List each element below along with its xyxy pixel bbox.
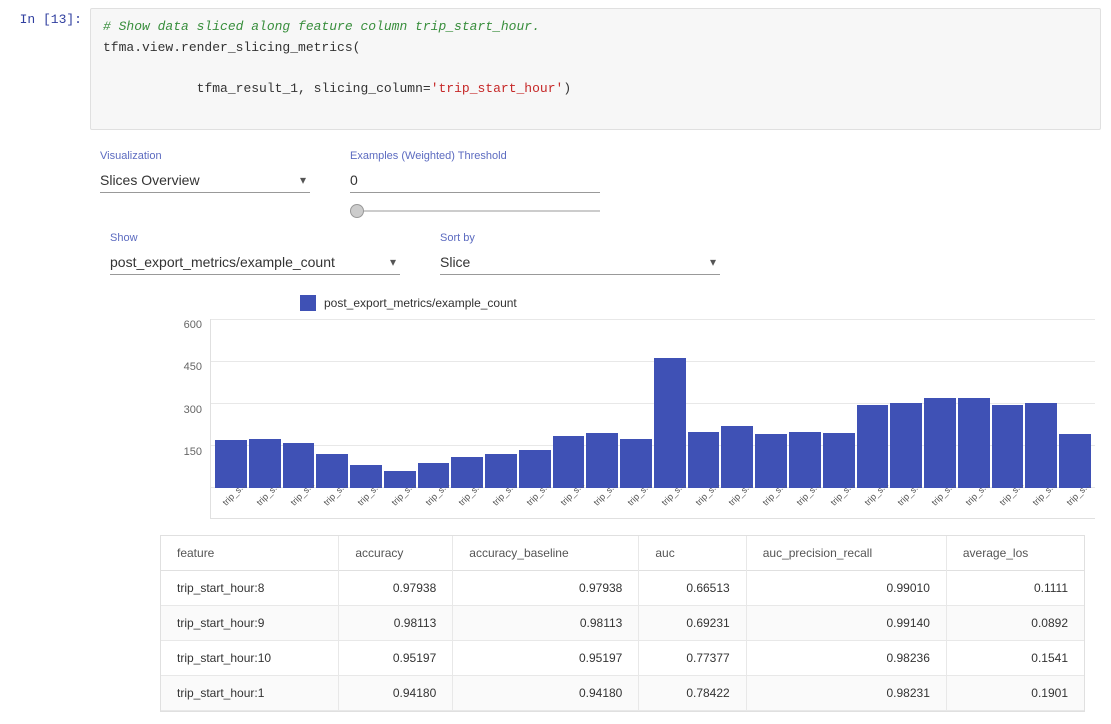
- bar-20: [890, 403, 922, 488]
- show-dropdown[interactable]: post_export_metrics/example_count accura…: [110, 250, 400, 275]
- notebook-container: In [13]: # Show data sliced along featur…: [0, 0, 1111, 724]
- controls-row-2: Show post_export_metrics/example_count a…: [100, 232, 1095, 275]
- cell-code: # Show data sliced along feature column …: [90, 8, 1101, 130]
- table-row: trip_start_hour:10.941800.941800.784220.…: [161, 675, 1084, 710]
- controls-row-1: Visualization Slices Overview Metrics Hi…: [100, 150, 1095, 216]
- slider-container: [350, 201, 600, 216]
- code-indent: [165, 81, 196, 96]
- bar-chart: 600 450 300 150: [160, 319, 1095, 519]
- code-line-3: tfma_result_1, slicing_column='trip_star…: [103, 59, 1088, 121]
- sort-control: Sort by Slice Ascending Descending ▾: [440, 232, 720, 275]
- code-line-2: tfma.view.render_slicing_metrics(: [103, 38, 1088, 59]
- cell-2-2: 0.95197: [453, 640, 639, 675]
- y-label-600: 600: [184, 319, 202, 331]
- code-line-1: # Show data sliced along feature column …: [103, 17, 1088, 38]
- threshold-input[interactable]: [350, 168, 600, 193]
- cell-0-0: trip_start_hour:8: [161, 570, 339, 605]
- col-header-auc: auc: [639, 536, 746, 571]
- cell-2-0: trip_start_hour:10: [161, 640, 339, 675]
- cell-0-3: 0.66513: [639, 570, 746, 605]
- show-label: Show: [110, 232, 400, 244]
- table-container: featureaccuracyaccuracy_baselineaucauc_p…: [160, 535, 1085, 712]
- chart-legend: post_export_metrics/example_count: [160, 295, 1095, 311]
- bar-19: [857, 405, 889, 488]
- header-row: featureaccuracyaccuracy_baselineaucauc_p…: [161, 536, 1084, 571]
- col-header-average_los: average_los: [946, 536, 1084, 571]
- cell-0-1: 0.97938: [339, 570, 453, 605]
- cell-2-1: 0.95197: [339, 640, 453, 675]
- col-header-feature: feature: [161, 536, 339, 571]
- cell-2-3: 0.77377: [639, 640, 746, 675]
- cell-0-5: 0.1111: [946, 570, 1084, 605]
- cell-3-4: 0.98231: [746, 675, 946, 710]
- cell-prompt: In [13]:: [0, 8, 90, 31]
- table-body: trip_start_hour:80.979380.979380.665130.…: [161, 570, 1084, 710]
- x-labels: trip_s...trip_s...trip_s...trip_s...trip…: [211, 488, 1095, 518]
- table-row: trip_start_hour:90.981130.981130.692310.…: [161, 605, 1084, 640]
- bar-21: [924, 398, 956, 488]
- bar-24: [1025, 403, 1057, 488]
- threshold-slider[interactable]: [350, 210, 600, 212]
- cell-0-2: 0.97938: [453, 570, 639, 605]
- legend-color-box: [300, 295, 316, 311]
- show-dropdown-wrapper: post_export_metrics/example_count accura…: [110, 250, 400, 275]
- code-args: tfma_result_1, slicing_column='trip_star…: [197, 81, 571, 96]
- bar-13: [654, 358, 686, 488]
- sort-dropdown[interactable]: Slice Ascending Descending: [440, 250, 720, 275]
- chart-inner: trip_s...trip_s...trip_s...trip_s...trip…: [210, 319, 1095, 519]
- cell-0-4: 0.99010: [746, 570, 946, 605]
- cell-1-4: 0.99140: [746, 605, 946, 640]
- threshold-control: Examples (Weighted) Threshold: [350, 150, 600, 216]
- cell-2-4: 0.98236: [746, 640, 946, 675]
- y-label-300: 300: [184, 404, 202, 416]
- code-cell: In [13]: # Show data sliced along featur…: [0, 0, 1111, 138]
- cell-2-5: 0.1541: [946, 640, 1084, 675]
- cell-3-1: 0.94180: [339, 675, 453, 710]
- threshold-label: Examples (Weighted) Threshold: [350, 150, 600, 162]
- visualization-label: Visualization: [100, 150, 310, 162]
- cell-1-3: 0.69231: [639, 605, 746, 640]
- bar-23: [992, 405, 1024, 488]
- sort-label: Sort by: [440, 232, 720, 244]
- cell-1-1: 0.98113: [339, 605, 453, 640]
- table-row: trip_start_hour:100.951970.951970.773770…: [161, 640, 1084, 675]
- visualization-control: Visualization Slices Overview Metrics Hi…: [100, 150, 310, 193]
- bar-22: [958, 398, 990, 488]
- y-label-150: 150: [184, 446, 202, 458]
- cell-3-2: 0.94180: [453, 675, 639, 710]
- metrics-table: featureaccuracyaccuracy_baselineaucauc_p…: [161, 536, 1084, 711]
- col-header-accuracy: accuracy: [339, 536, 453, 571]
- widget-area: Visualization Slices Overview Metrics Hi…: [0, 138, 1111, 724]
- legend-label: post_export_metrics/example_count: [324, 296, 517, 310]
- col-header-accuracy_baseline: accuracy_baseline: [453, 536, 639, 571]
- cell-1-0: trip_start_hour:9: [161, 605, 339, 640]
- cell-3-3: 0.78422: [639, 675, 746, 710]
- sort-dropdown-wrapper: Slice Ascending Descending ▾: [440, 250, 720, 275]
- cell-3-5: 0.1901: [946, 675, 1084, 710]
- chart-area: post_export_metrics/example_count 600 45…: [100, 295, 1095, 519]
- cell-1-2: 0.98113: [453, 605, 639, 640]
- table-row: trip_start_hour:80.979380.979380.665130.…: [161, 570, 1084, 605]
- bars-wrapper: [211, 319, 1095, 488]
- col-header-auc_precision_recall: auc_precision_recall: [746, 536, 946, 571]
- show-control: Show post_export_metrics/example_count a…: [110, 232, 400, 275]
- y-label-450: 450: [184, 361, 202, 373]
- y-axis: 600 450 300 150: [160, 319, 210, 489]
- cell-3-0: trip_start_hour:1: [161, 675, 339, 710]
- visualization-dropdown-wrapper: Slices Overview Metrics Histogram ▾: [100, 168, 310, 193]
- cell-1-5: 0.0892: [946, 605, 1084, 640]
- table-header: featureaccuracyaccuracy_baselineaucauc_p…: [161, 536, 1084, 571]
- visualization-dropdown[interactable]: Slices Overview Metrics Histogram: [100, 168, 310, 193]
